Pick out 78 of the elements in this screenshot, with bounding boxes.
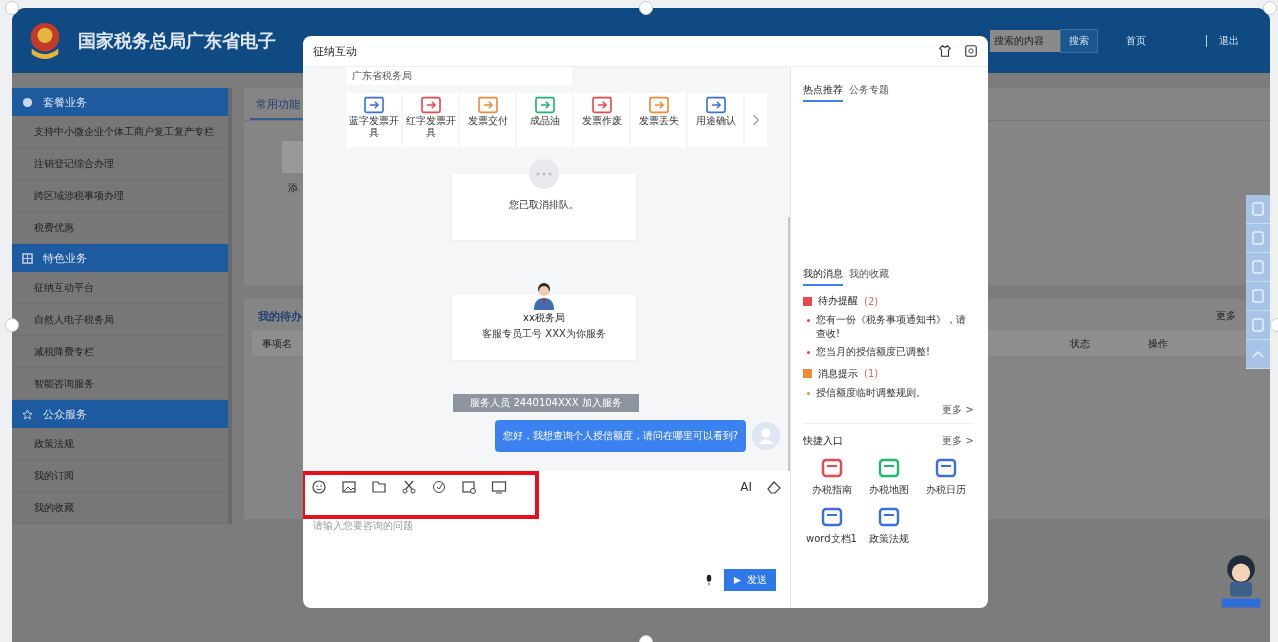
panel-tab[interactable]: 公务专题	[849, 83, 889, 102]
add-label: 添	[288, 181, 299, 195]
resize-handle[interactable]	[639, 1, 653, 15]
grid-icon	[22, 252, 33, 264]
resize-handle[interactable]	[5, 318, 19, 332]
sidebar-item[interactable]: 支持中小微企业个体工商户复工复产专栏	[12, 116, 228, 148]
message-link[interactable]: 您当月的授信额度已调整!	[816, 345, 930, 359]
sidebar-section-header[interactable]: 公众服务	[12, 400, 228, 428]
group-title: 消息提示	[818, 366, 858, 381]
service-tile[interactable]: 蓝字发票开具	[346, 93, 401, 147]
circle-icon	[22, 96, 33, 108]
check-circle-icon[interactable]	[431, 479, 447, 495]
emoji-icon[interactable]	[311, 479, 327, 495]
service-card[interactable]: 广东省税务局	[346, 67, 572, 85]
service-tile[interactable]: 红字发票开具	[403, 93, 458, 147]
typing-dots-icon	[529, 159, 559, 189]
group-title: 待办提醒	[818, 294, 858, 308]
sidebar-item[interactable]: 注销登记综合办理	[12, 148, 228, 180]
sidebar-item[interactable]: 减税降费专栏	[12, 336, 228, 368]
chevron-right-icon	[752, 113, 760, 127]
service-tile[interactable]: 发票交付	[460, 93, 515, 147]
group-count: (1)	[864, 368, 879, 379]
sidebar-item[interactable]: 我的收藏	[12, 492, 228, 524]
send-button[interactable]: 发送	[724, 569, 776, 591]
sidebar-item[interactable]: 我的订阅	[12, 460, 228, 492]
more-link[interactable]: 更多 >	[942, 434, 974, 448]
resize-handle[interactable]	[5, 1, 19, 15]
column-header: 状态	[1070, 337, 1090, 351]
panel-tab[interactable]: 我的收藏	[849, 267, 889, 286]
user-message: 您好，我想查询个人授信额度，请问在哪里可以看到?	[494, 420, 746, 452]
play-icon	[733, 575, 742, 585]
image-icon[interactable]	[341, 479, 357, 495]
sidebar-item[interactable]: 跨区域涉税事项办理	[12, 180, 228, 212]
queue-notice: 您已取消排队。	[509, 198, 579, 212]
system-notice: 服务人员 2440104XXX 加入服务	[453, 394, 639, 412]
more-link[interactable]: 更多	[1216, 309, 1236, 324]
shirt-icon[interactable]	[938, 44, 952, 58]
column-header: 事项名	[262, 337, 292, 351]
service-tile[interactable]: 发票丢失	[631, 93, 686, 147]
quick-entry[interactable]: 办税指南	[803, 456, 860, 497]
sidebar-item[interactable]: 征纳互动平台	[12, 272, 228, 304]
header-link[interactable]: 退出	[1219, 33, 1239, 48]
header-link[interactable]: 首页	[1126, 33, 1146, 48]
star-icon	[22, 408, 33, 420]
service-tile[interactable]: 成品油	[517, 93, 572, 147]
screenshot-icon[interactable]	[964, 44, 978, 58]
quick-entry[interactable]: 政策法规	[860, 505, 917, 546]
site-title: 国家税务总局广东省电子	[78, 28, 276, 53]
panel-tab[interactable]: 热点推荐	[803, 83, 843, 102]
agent-name: xx税务局	[523, 310, 565, 325]
scissors-icon[interactable]	[401, 479, 417, 495]
column-header: 操作	[1148, 337, 1168, 351]
eraser-icon[interactable]	[766, 479, 782, 495]
sidebar-section-header[interactable]: 套餐业务	[12, 88, 228, 116]
resize-handle[interactable]	[1263, 1, 1277, 15]
todo-title: 我的待办	[258, 309, 302, 324]
monitor-icon[interactable]	[491, 479, 507, 495]
service-tile[interactable]: 用途确认	[688, 93, 743, 147]
search-field[interactable]: 搜索的内容	[990, 29, 1060, 52]
group-count: (2)	[864, 295, 879, 307]
quick-entry[interactable]: 办税地图	[860, 456, 917, 497]
folder-icon[interactable]	[371, 479, 387, 495]
message-link[interactable]: 授信额度临时调整规则。	[816, 385, 926, 399]
quick-entry-title: 快捷入口	[803, 434, 843, 448]
sidebar-section-header[interactable]: 特色业务	[12, 244, 228, 272]
agent-intro: 客服专员工号 XXX为你服务	[482, 326, 606, 341]
more-link[interactable]: 更多 >	[942, 403, 974, 417]
quick-entry[interactable]: word文档1	[803, 505, 860, 546]
message-link[interactable]: 您有一份《税务事项通知书》，请查收!	[816, 313, 974, 340]
service-tile[interactable]: 发票作废	[574, 93, 629, 147]
user-avatar-icon	[752, 422, 780, 450]
dialog-title: 征纳互动	[313, 43, 357, 59]
sidebar-item[interactable]: 政策法规	[12, 428, 228, 460]
search-button[interactable]: 搜索	[1060, 28, 1098, 53]
quick-entry[interactable]: 办税日历	[917, 456, 974, 497]
ai-button[interactable]: AI	[740, 480, 752, 494]
panel-tab[interactable]: 我的消息	[803, 267, 843, 286]
service-name: 广东省税务局	[352, 69, 412, 83]
